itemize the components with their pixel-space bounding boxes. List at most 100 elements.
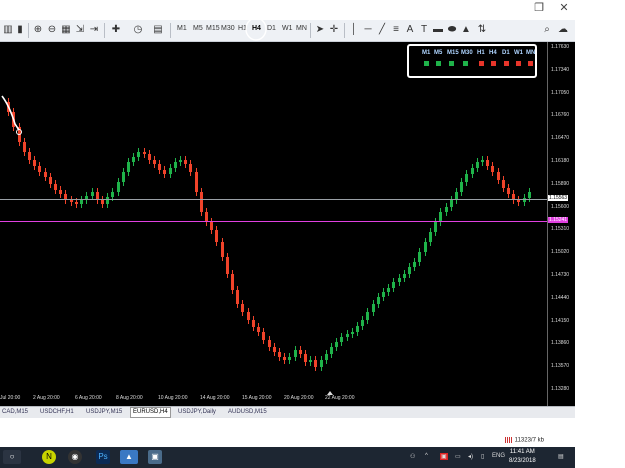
photos-icon[interactable]: ▣ bbox=[148, 450, 162, 464]
current-price-label: 1.15563 bbox=[548, 195, 569, 201]
timeframe-m15[interactable]: M15 bbox=[206, 25, 220, 32]
mtf-label: M5 bbox=[434, 50, 443, 56]
price-tick: 1.15310 bbox=[551, 226, 570, 233]
candle-body bbox=[236, 290, 240, 304]
candle-body bbox=[251, 320, 255, 327]
candle-body bbox=[241, 304, 245, 312]
mtf-signal-square bbox=[479, 61, 484, 66]
templates-icon[interactable]: ▤ bbox=[152, 24, 164, 36]
tab-usdchf-h1[interactable]: USDCHF,H1 bbox=[38, 408, 76, 417]
candle-body bbox=[54, 184, 58, 190]
restore-button[interactable]: ❐ bbox=[530, 1, 548, 14]
zoom-in-icon[interactable]: ⊕ bbox=[32, 24, 44, 36]
chrome-icon[interactable]: ◉ bbox=[68, 450, 82, 464]
timeframe-m1[interactable]: M1 bbox=[177, 25, 187, 32]
mtf-signal-square bbox=[436, 61, 441, 66]
system-clock[interactable]: 11:41 AM 8/23/2018 bbox=[509, 448, 536, 466]
candle-body bbox=[376, 297, 380, 304]
memory-status: 11323/7 kb bbox=[514, 437, 544, 444]
price-scale: 1.17630 1.17340 1.17050 1.16760 1.16470 1.161… bbox=[547, 42, 575, 406]
volume-icon[interactable]: ◂) bbox=[468, 453, 473, 460]
mtf-signal-square bbox=[463, 61, 468, 66]
candle-body bbox=[460, 182, 464, 192]
mtf-label: M15 bbox=[447, 50, 459, 56]
candle-body bbox=[22, 142, 26, 152]
candle-body bbox=[350, 332, 354, 334]
label-icon[interactable]: T bbox=[418, 24, 430, 36]
arrows-icon[interactable]: ⇅ bbox=[476, 24, 488, 36]
people-icon[interactable]: ⚇ bbox=[410, 453, 415, 460]
cortana-icon[interactable]: ○ bbox=[3, 450, 21, 464]
close-button[interactable]: ✕ bbox=[555, 1, 573, 14]
candle-body bbox=[329, 347, 333, 354]
notification-badge-icon[interactable]: ▣ bbox=[440, 453, 448, 460]
status-bar: 11323/7 kb bbox=[505, 437, 575, 447]
candlestick-icon[interactable]: ▮ bbox=[14, 24, 26, 36]
chat-icon[interactable]: ☁ bbox=[557, 24, 569, 36]
candle-body bbox=[397, 278, 401, 282]
price-tick: 1.14440 bbox=[551, 294, 570, 301]
terminal-area bbox=[0, 418, 575, 437]
candle-body bbox=[293, 350, 297, 357]
shift-marker[interactable] bbox=[327, 391, 333, 395]
periods-icon[interactable]: ◷ bbox=[132, 24, 144, 36]
candle-body bbox=[298, 350, 302, 354]
timeframe-m30[interactable]: M30 bbox=[221, 25, 235, 32]
candle-body bbox=[189, 164, 193, 172]
candle-body bbox=[158, 164, 162, 170]
timeframe-mn[interactable]: MN bbox=[296, 25, 307, 32]
chart-shift-icon[interactable]: ⇥ bbox=[88, 24, 100, 36]
zoom-out-icon[interactable]: ⊖ bbox=[46, 24, 58, 36]
vertical-line-icon[interactable]: │ bbox=[348, 24, 360, 36]
action-center-icon[interactable]: ▤ bbox=[558, 453, 564, 460]
candle-body bbox=[491, 166, 495, 172]
horizontal-line-icon[interactable]: ─ bbox=[362, 24, 374, 36]
candle-body bbox=[480, 160, 484, 162]
candle-body bbox=[48, 177, 52, 184]
price-tick: 1.16470 bbox=[551, 135, 570, 142]
tab-usdjpy-m15[interactable]: USDJPY,M15 bbox=[84, 408, 124, 417]
mtf-label: MN bbox=[526, 50, 536, 56]
candle-body bbox=[444, 207, 448, 212]
autoscroll-icon[interactable]: ⇲ bbox=[74, 24, 86, 36]
trendline-icon[interactable]: ╱ bbox=[376, 24, 388, 36]
ellipse-icon[interactable]: ⬬ bbox=[446, 24, 458, 36]
mtf-signal-square bbox=[528, 61, 533, 66]
candle-body bbox=[147, 154, 151, 160]
timeframe-w1[interactable]: W1 bbox=[282, 25, 293, 32]
network-icon[interactable]: ▭ bbox=[455, 453, 461, 460]
app-n-icon[interactable]: N bbox=[42, 450, 56, 464]
metatrader-icon[interactable]: ▲ bbox=[120, 450, 138, 464]
rectangle-icon[interactable]: ▬ bbox=[432, 24, 444, 36]
tab-cad-m15[interactable]: CAD,M15 bbox=[0, 408, 30, 417]
crosshair-icon[interactable]: ✛ bbox=[328, 24, 340, 36]
triangle-icon[interactable]: ▲ bbox=[460, 24, 472, 36]
tab-eurusd-h4[interactable]: EURUSD,H4 bbox=[130, 407, 171, 418]
candle-body bbox=[392, 282, 396, 288]
text-icon[interactable]: A bbox=[404, 24, 416, 36]
clock-time: 11:41 AM bbox=[509, 449, 535, 455]
time-label: Jul 20:00 bbox=[0, 395, 21, 401]
tile-windows-icon[interactable]: ▦ bbox=[60, 24, 72, 36]
search-icon[interactable]: ⌕ bbox=[541, 24, 553, 36]
candle-body bbox=[194, 172, 198, 192]
battery-icon[interactable]: ▯ bbox=[481, 453, 484, 460]
timeframe-m5[interactable]: M5 bbox=[193, 25, 203, 32]
candle-body bbox=[496, 172, 500, 180]
tray-chevron-icon[interactable]: ^ bbox=[425, 453, 428, 459]
cursor-icon[interactable]: ➤ bbox=[314, 24, 326, 36]
candle-body bbox=[277, 352, 281, 357]
indicators-icon[interactable]: ✚ bbox=[110, 24, 122, 36]
bar-chart-icon[interactable]: ▥ bbox=[2, 24, 14, 36]
language-indicator[interactable]: ENG bbox=[492, 453, 505, 459]
candle-body bbox=[184, 160, 188, 164]
candle-body bbox=[210, 222, 214, 230]
tab-audusd-m15[interactable]: AUDUSD,M15 bbox=[226, 408, 269, 417]
candle-body bbox=[126, 162, 130, 172]
tab-usdjpy-daily[interactable]: USDJPY,Daily bbox=[176, 408, 218, 417]
candle-body bbox=[137, 152, 141, 157]
price-chart[interactable]: M1 M5 M15 M30 H1 H4 D1 W1 MN 1.17630 1.17340 1.170… bbox=[0, 42, 575, 406]
photoshop-icon[interactable]: Ps bbox=[96, 450, 110, 464]
mtf-label: W1 bbox=[514, 50, 523, 56]
channel-icon[interactable]: ≡ bbox=[390, 24, 402, 36]
